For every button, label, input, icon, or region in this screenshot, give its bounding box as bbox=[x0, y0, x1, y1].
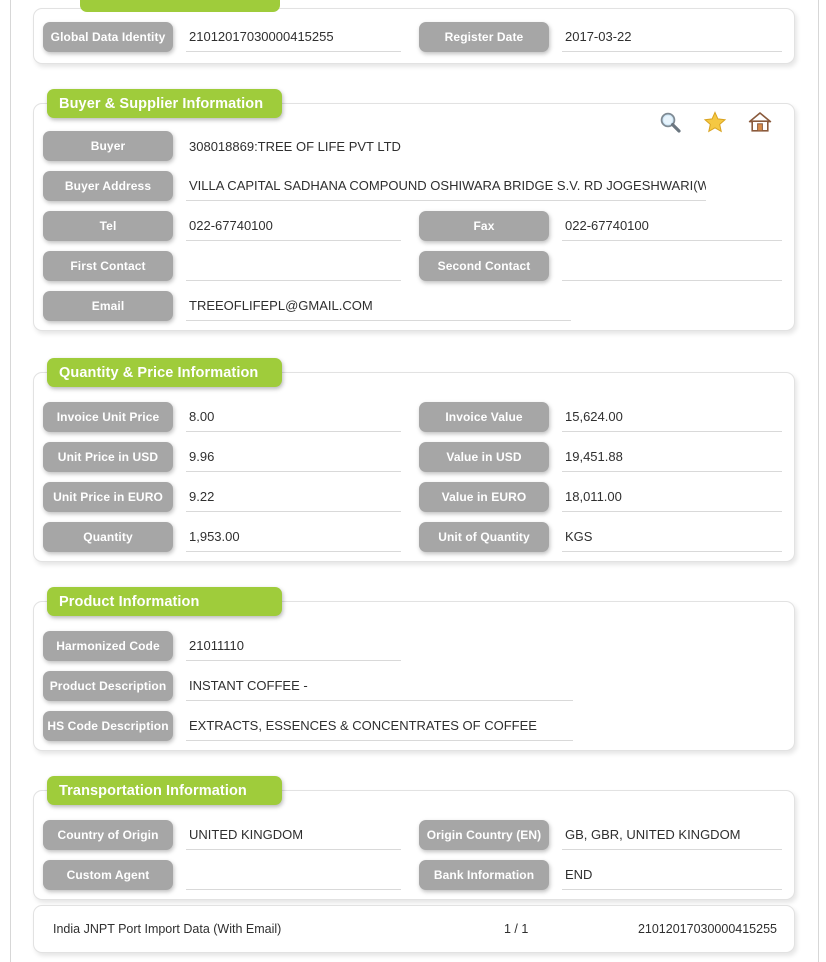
footer-record-id: 21012017030000415255 bbox=[637, 922, 777, 936]
label-hs-code-description: HS Code Description bbox=[43, 711, 173, 741]
product-information-card: Product Information Harmonized Code 2101… bbox=[33, 587, 795, 751]
row-harmonized-code: Harmonized Code 21011110 bbox=[34, 631, 794, 661]
label-first-contact: First Contact bbox=[43, 251, 173, 281]
row-unit-price-euro: Unit Price in EURO 9.22 Value in EURO 18… bbox=[34, 482, 794, 512]
footer-source-label: India JNPT Port Import Data (With Email) bbox=[53, 922, 282, 936]
value-value-euro[interactable]: 18,011.00 bbox=[562, 482, 782, 512]
label-unit-price-usd: Unit Price in USD bbox=[43, 442, 173, 472]
label-unit-price-euro: Unit Price in EURO bbox=[43, 482, 173, 512]
value-first-contact[interactable] bbox=[186, 251, 401, 281]
label-harmonized-code: Harmonized Code bbox=[43, 631, 173, 661]
value-email[interactable]: TREEOFLIFEPL@GMAIL.COM bbox=[186, 291, 571, 321]
label-value-euro: Value in EURO bbox=[419, 482, 549, 512]
footer-card: India JNPT Port Import Data (With Email)… bbox=[33, 905, 795, 953]
value-unit-price-usd[interactable]: 9.96 bbox=[186, 442, 401, 472]
buyer-action-icons bbox=[658, 110, 772, 134]
label-origin-country-en: Origin Country (EN) bbox=[419, 820, 549, 850]
page-frame-left-border bbox=[10, 0, 11, 962]
search-icon[interactable] bbox=[658, 110, 682, 134]
section-title-transportation-information: Transportation Information bbox=[47, 776, 282, 805]
value-global-data-identity[interactable]: 21012017030000415255 bbox=[186, 22, 401, 52]
row-contacts: First Contact Second Contact bbox=[34, 251, 794, 281]
value-custom-agent[interactable] bbox=[186, 860, 401, 890]
label-email: Email bbox=[43, 291, 173, 321]
label-value-usd: Value in USD bbox=[419, 442, 549, 472]
label-product-description: Product Description bbox=[43, 671, 173, 701]
value-quantity[interactable]: 1,953.00 bbox=[186, 522, 401, 552]
value-country-of-origin[interactable]: UNITED KINGDOM bbox=[186, 820, 401, 850]
section-title-buyer-supplier: Buyer & Supplier Information bbox=[47, 89, 282, 118]
value-register-date[interactable]: 2017-03-22 bbox=[562, 22, 782, 52]
row-product-description: Product Description INSTANT COFFEE - bbox=[34, 671, 794, 701]
star-icon[interactable] bbox=[703, 110, 727, 134]
row-unit-price-usd: Unit Price in USD 9.96 Value in USD 19,4… bbox=[34, 442, 794, 472]
section-title-product-information: Product Information bbox=[47, 587, 282, 616]
value-unit-price-euro[interactable]: 9.22 bbox=[186, 482, 401, 512]
label-fax: Fax bbox=[419, 211, 549, 241]
value-origin-country-en[interactable]: GB, GBR, UNITED KINGDOM bbox=[562, 820, 782, 850]
footer: India JNPT Port Import Data (With Email)… bbox=[34, 906, 794, 952]
row-global-data-identity: Global Data Identity 2101201703000041525… bbox=[34, 22, 794, 52]
label-register-date: Register Date bbox=[419, 22, 549, 52]
row-country-of-origin: Country of Origin UNITED KINGDOM Origin … bbox=[34, 820, 794, 850]
value-bank-information[interactable]: END bbox=[562, 860, 782, 890]
value-product-description[interactable]: INSTANT COFFEE - bbox=[186, 671, 573, 701]
value-unit-of-quantity[interactable]: KGS bbox=[562, 522, 782, 552]
value-value-usd[interactable]: 19,451.88 bbox=[562, 442, 782, 472]
value-harmonized-code[interactable]: 21011110 bbox=[186, 631, 401, 661]
label-unit-of-quantity: Unit of Quantity bbox=[419, 522, 549, 552]
label-tel: Tel bbox=[43, 211, 173, 241]
label-quantity: Quantity bbox=[43, 522, 173, 552]
label-buyer-address: Buyer Address bbox=[43, 171, 173, 201]
quantity-price-card: Quantity & Price Information Invoice Uni… bbox=[33, 358, 795, 562]
label-bank-information: Bank Information bbox=[419, 860, 549, 890]
transportation-information-card: Transportation Information Country of Or… bbox=[33, 776, 795, 900]
label-buyer: Buyer bbox=[43, 131, 173, 161]
value-invoice-value[interactable]: 15,624.00 bbox=[562, 402, 782, 432]
value-buyer-address[interactable]: VILLA CAPITAL SADHANA COMPOUND OSHIWARA … bbox=[186, 171, 706, 201]
label-invoice-unit-price: Invoice Unit Price bbox=[43, 402, 173, 432]
home-icon[interactable] bbox=[748, 110, 772, 134]
label-country-of-origin: Country of Origin bbox=[43, 820, 173, 850]
row-buyer: Buyer 308018869:TREE OF LIFE PVT LTD bbox=[34, 131, 794, 161]
row-email: Email TREEOFLIFEPL@GMAIL.COM bbox=[34, 291, 794, 321]
row-tel-fax: Tel 022-67740100 Fax 022-67740100 bbox=[34, 211, 794, 241]
row-buyer-address: Buyer Address VILLA CAPITAL SADHANA COMP… bbox=[34, 171, 794, 201]
row-invoice-unit-price: Invoice Unit Price 8.00 Invoice Value 15… bbox=[34, 402, 794, 432]
label-invoice-value: Invoice Value bbox=[419, 402, 549, 432]
value-fax[interactable]: 022-67740100 bbox=[562, 211, 782, 241]
value-invoice-unit-price[interactable]: 8.00 bbox=[186, 402, 401, 432]
value-hs-code-description[interactable]: EXTRACTS, ESSENCES & CONCENTRATES OF COF… bbox=[186, 711, 573, 741]
row-hs-code-description: HS Code Description EXTRACTS, ESSENCES &… bbox=[34, 711, 794, 741]
section-tab-cut-off bbox=[80, 0, 280, 12]
footer-page-number: 1 / 1 bbox=[504, 922, 529, 936]
document-page: Global Data Identity 2101201703000041525… bbox=[0, 0, 826, 962]
value-buyer[interactable]: 308018869:TREE OF LIFE PVT LTD bbox=[186, 131, 426, 161]
buyer-supplier-card: Buyer & Supplier Information Buyer 30801… bbox=[33, 89, 795, 331]
label-second-contact: Second Contact bbox=[419, 251, 549, 281]
section-title-quantity-price: Quantity & Price Information bbox=[47, 358, 282, 387]
row-custom-agent: Custom Agent Bank Information END bbox=[34, 860, 794, 890]
label-custom-agent: Custom Agent bbox=[43, 860, 173, 890]
page-frame-right-border bbox=[818, 0, 819, 962]
row-quantity: Quantity 1,953.00 Unit of Quantity KGS bbox=[34, 522, 794, 552]
label-global-data-identity: Global Data Identity bbox=[43, 22, 173, 52]
value-second-contact[interactable] bbox=[562, 251, 782, 281]
general-information-card: Global Data Identity 2101201703000041525… bbox=[33, 0, 795, 64]
value-tel[interactable]: 022-67740100 bbox=[186, 211, 401, 241]
